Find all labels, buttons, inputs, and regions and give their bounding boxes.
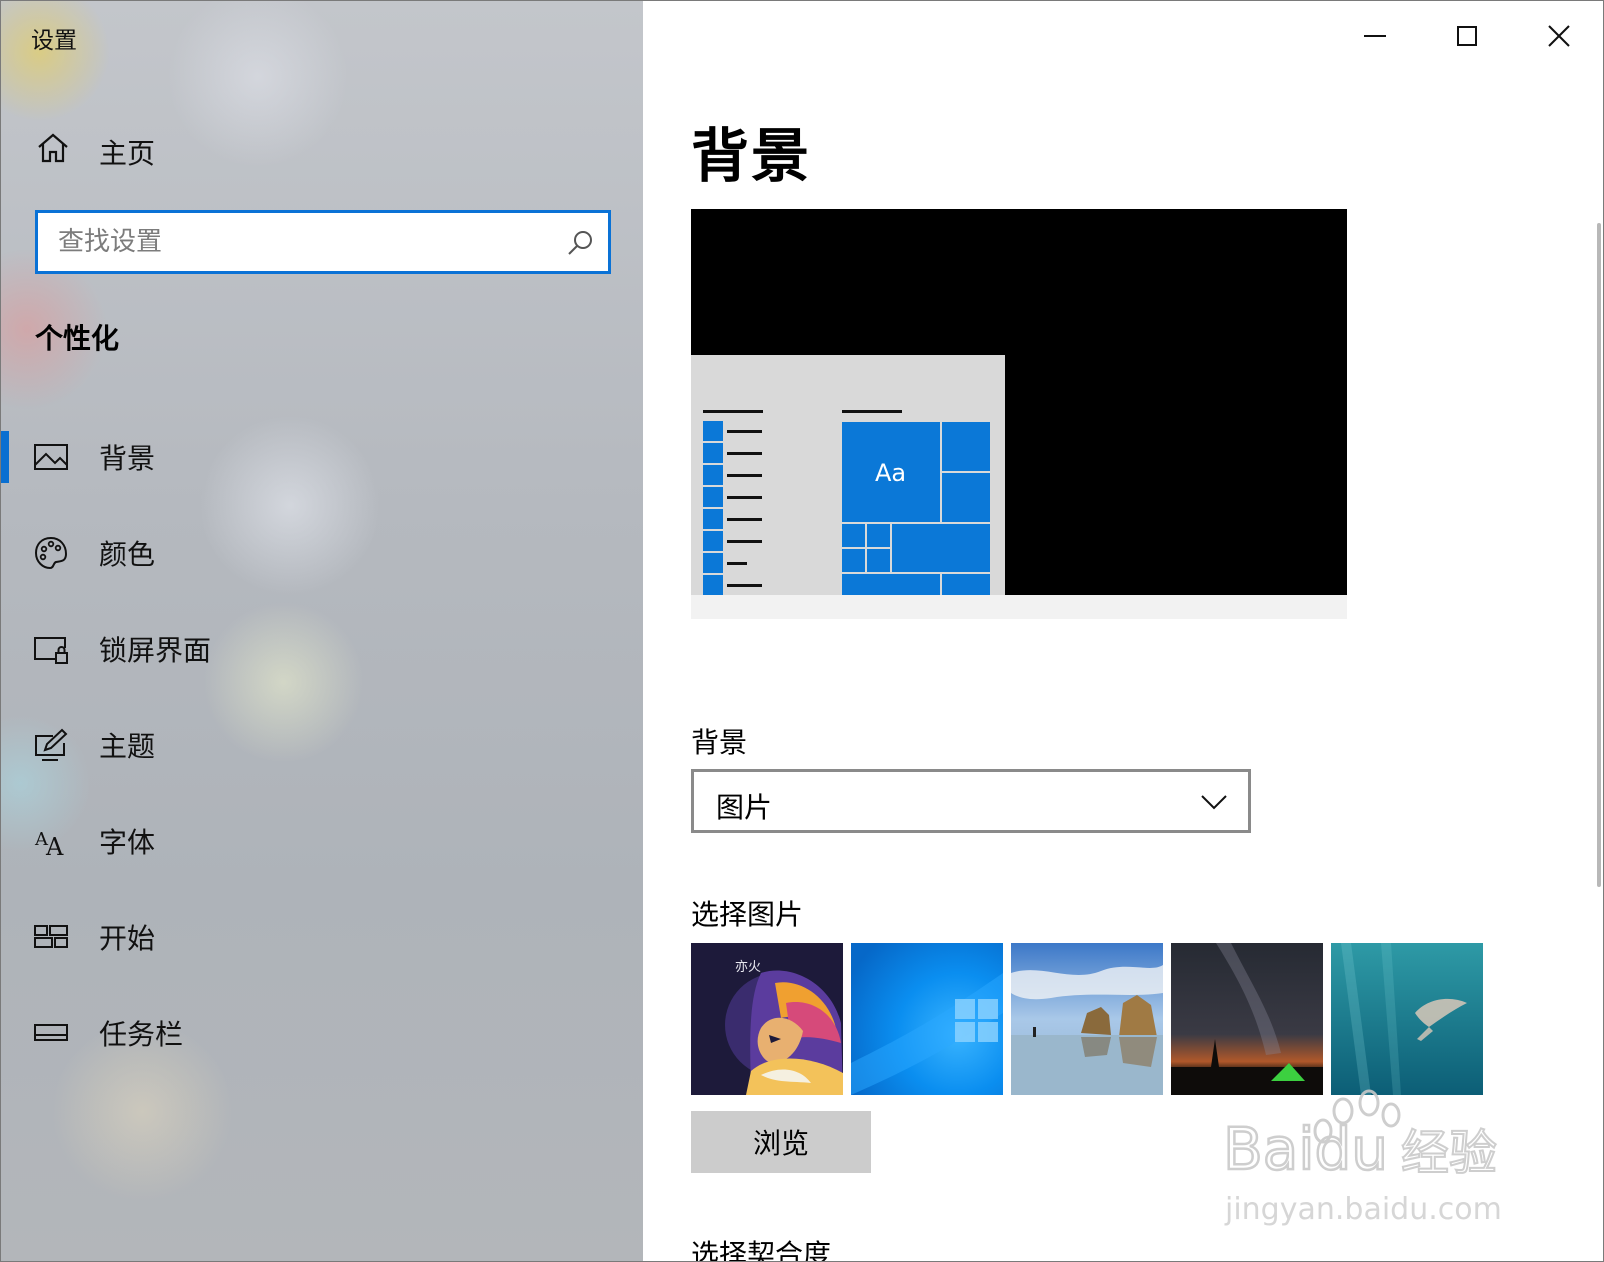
choose-fit-label: 选择契合度 (691, 1238, 832, 1262)
nav-home-label: 主页 (99, 137, 156, 170)
nav-item-themes[interactable]: 主题 (1, 707, 643, 803)
picture-thumbnail-2[interactable] (851, 943, 1003, 1095)
svg-text:A: A (45, 833, 64, 859)
taskbar-icon (34, 1024, 68, 1041)
watermark-brand: Baidu (1223, 1115, 1388, 1183)
settings-window: 设置 主页 个性化 背景 (0, 0, 1604, 1262)
picture-thumbnail-4[interactable] (1171, 943, 1323, 1095)
chevron-down-icon (1201, 795, 1227, 810)
font-icon: A A (34, 829, 64, 859)
wallpaper-art-portrait-thumbnail: 亦火 (691, 943, 843, 1095)
nav-item-label: 锁屏界面 (99, 634, 212, 667)
search-input[interactable] (38, 213, 608, 271)
picture-icon (34, 444, 68, 470)
palette-icon (34, 536, 68, 570)
picture-thumbnails: 亦火 (691, 943, 1491, 1095)
navigation-pane: 设置 主页 个性化 背景 (1, 1, 643, 1261)
home-icon (38, 133, 68, 163)
theme-icon (35, 728, 68, 761)
nav-item-background[interactable]: 背景 (1, 419, 643, 515)
search-box[interactable] (35, 210, 611, 274)
wallpaper-underwater-swimmer-thumbnail (1331, 943, 1483, 1095)
nav-item-label: 任务栏 (99, 1018, 184, 1051)
minimize-icon (1364, 35, 1386, 37)
maximize-icon (1457, 26, 1477, 46)
nav-item-taskbar[interactable]: 任务栏 (1, 995, 643, 1091)
watermark-product: 经验 (1401, 1125, 1497, 1181)
close-icon (1548, 25, 1570, 47)
nav-item-fonts[interactable]: A A 字体 (1, 803, 643, 899)
background-preview: Aa (691, 209, 1347, 619)
choose-picture-label: 选择图片 (691, 898, 804, 931)
background-label: 背景 (691, 726, 748, 759)
lock-screen-icon (34, 637, 68, 664)
start-icon (34, 925, 68, 948)
background-type-value: 图片 (716, 791, 773, 824)
nav-item-label: 背景 (99, 442, 156, 475)
browse-button[interactable]: 浏览 (691, 1111, 871, 1173)
maximize-button[interactable] (1421, 1, 1513, 71)
nav-item-label: 字体 (99, 826, 156, 859)
page-title: 背景 (691, 122, 812, 190)
app-title: 设置 (31, 28, 77, 54)
nav-item-label: 主题 (99, 730, 156, 763)
content-pane: 背景 Aa 背景 图片 选择图片 亦火 浏览 选择契合度 (643, 1, 1603, 1262)
search-icon[interactable] (566, 229, 594, 257)
nav-item-colors[interactable]: 颜色 (1, 515, 643, 611)
nav-home[interactable]: 主页 (1, 119, 643, 177)
nav-list: 背景 颜色 锁屏界面 主题 A A 字体 开始 任务栏 (1, 419, 643, 1091)
background-type-select[interactable]: 图片 (691, 769, 1251, 833)
wallpaper-beach-rocks-thumbnail (1011, 943, 1163, 1095)
section-title: 个性化 (35, 322, 120, 355)
nav-item-label: 开始 (99, 922, 156, 955)
baidu-jingyan-watermark: Baidu 经验 jingyan.baidu.com (1223, 1089, 1502, 1227)
close-button[interactable] (1513, 1, 1603, 71)
wallpaper-night-sky-tent-thumbnail (1171, 943, 1323, 1095)
picture-thumbnail-1[interactable]: 亦火 (691, 943, 843, 1095)
picture-thumbnail-3[interactable] (1011, 943, 1163, 1095)
watermark-url: jingyan.baidu.com (1224, 1192, 1502, 1227)
nav-item-label: 颜色 (99, 538, 156, 571)
nav-item-start[interactable]: 开始 (1, 899, 643, 995)
preview-tile-text: Aa (875, 459, 906, 487)
window-controls (1329, 1, 1603, 71)
wallpaper-windows-blue-thumbnail (851, 943, 1003, 1095)
minimize-button[interactable] (1329, 1, 1421, 71)
art-calligraphy-text: 亦火 (735, 959, 761, 975)
picture-thumbnail-5[interactable] (1331, 943, 1483, 1095)
preview-start-menu: Aa (691, 355, 1005, 595)
preview-start-menu-graphic: Aa (703, 410, 990, 595)
nav-item-lock-screen[interactable]: 锁屏界面 (1, 611, 643, 707)
scrollbar[interactable] (1597, 223, 1601, 887)
